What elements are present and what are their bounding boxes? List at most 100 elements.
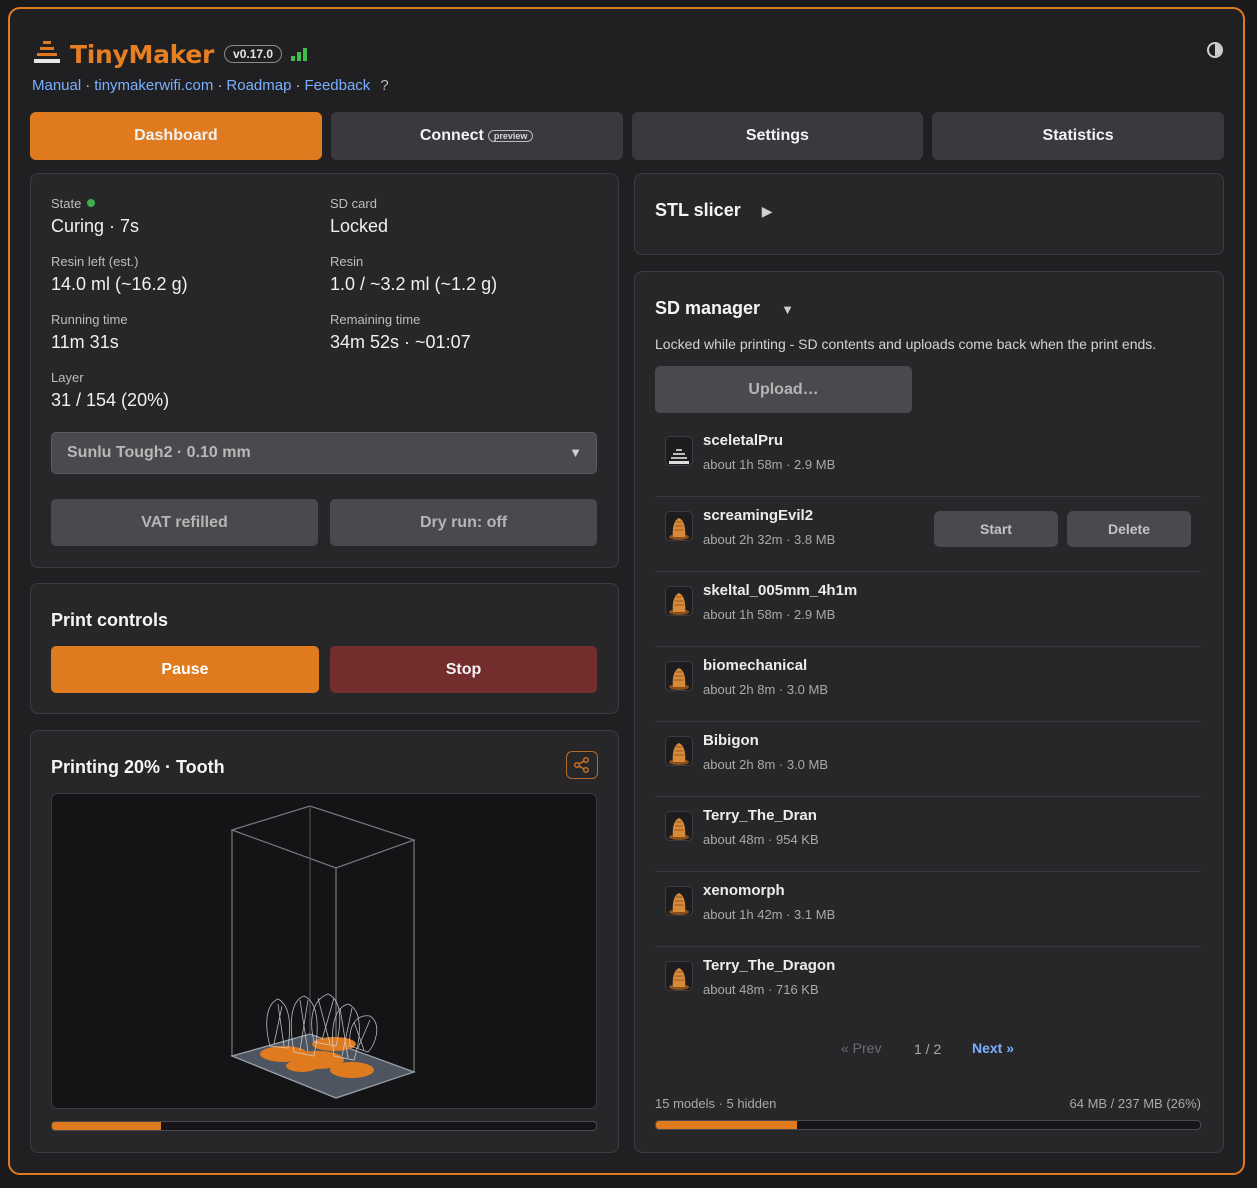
resin-left-value: 14.0 ml (~16.2 g) [51, 274, 188, 294]
file-row[interactable]: skeltal_005mm_4h1mabout 1h 58m · 2.9 MB [655, 572, 1201, 647]
layer-label: Layer [51, 370, 84, 385]
app-window: TinyMaker v0.17.0 Manual · tinymakerwifi… [8, 7, 1245, 1175]
dry-run-button[interactable]: Dry run: off [330, 499, 597, 546]
share-button[interactable] [566, 751, 598, 779]
main-tabs: Dashboard Connect preview Settings Statis… [30, 112, 1224, 160]
printing-card: Printing 20% · Tooth [30, 730, 619, 1153]
model-thumbnail [665, 511, 693, 541]
vat-refilled-button[interactable]: VAT refilled [51, 499, 318, 546]
sd-locked-message: Locked while printing - SD contents and … [655, 336, 1157, 352]
model-thumbnail [665, 811, 693, 841]
file-name: xenomorph [703, 882, 785, 899]
printing-title: Printing 20% · Tooth [51, 757, 225, 777]
resin-left-label: Resin left (est.) [51, 254, 139, 269]
sd-manager-card: SD manager ▼ Locked while printing - SD … [634, 271, 1224, 1153]
next-page-link[interactable]: Next » [972, 1040, 1014, 1056]
file-meta: about 1h 58m · 2.9 MB [703, 607, 836, 622]
file-row[interactable]: Terry_The_Dranabout 48m · 954 KB [655, 797, 1201, 872]
models-summary: 15 models · 5 hidden [655, 1096, 777, 1111]
state-value: Curing · 7s [51, 216, 140, 236]
file-row[interactable]: screamingEvil2 about 2h 32m · 3.8 MB Start… [655, 497, 1201, 572]
tab-connect[interactable]: Connect preview [330, 112, 623, 160]
resin-profile-select[interactable]: Sunlu Tough2 · 0.10 mm ▼ [51, 432, 597, 474]
sd-card-value: Locked [330, 216, 389, 236]
prev-page-link: « Prev [841, 1040, 882, 1056]
theme-toggle-icon[interactable] [1207, 42, 1223, 58]
resin-value: 1.0 / ~3.2 ml (~1.2 g) [330, 274, 498, 294]
upload-button[interactable]: Upload… [655, 366, 912, 413]
file-meta: about 2h 32m · 3.8 MB [703, 532, 836, 547]
file-meta: about 48m · 954 KB [703, 832, 819, 847]
file-name: screamingEvil2 [703, 507, 814, 524]
pause-button[interactable]: Pause [51, 646, 319, 693]
file-meta: about 1h 42m · 3.1 MB [703, 907, 836, 922]
file-name: Terry_The_Dran [703, 807, 817, 824]
expand-arrow-icon[interactable]: ▶ [762, 203, 773, 219]
file-row[interactable]: xenomorph about 1h 42m · 3.1 MB [655, 872, 1201, 947]
storage-progress-fill [656, 1121, 798, 1129]
manual-link[interactable]: Manual [32, 77, 81, 94]
file-row[interactable]: sceletalPru about 1h 58m · 2.9 MB [655, 422, 1201, 497]
header: TinyMaker v0.17.0 Manual · tinymakerwifi… [32, 35, 389, 95]
print-progress-bar [51, 1121, 597, 1131]
website-link[interactable]: tinymakerwifi.com [94, 77, 213, 94]
feedback-link[interactable]: Feedback [304, 77, 370, 94]
file-name: Terry_The_Dragon [703, 957, 836, 974]
chevron-down-icon: ▼ [569, 445, 582, 460]
tab-settings[interactable]: Settings [631, 112, 924, 160]
model-thumbnail [665, 886, 693, 916]
model-thumbnail [665, 961, 693, 991]
sd-card-label: SD card [330, 196, 377, 211]
help-icon[interactable]: ? [380, 77, 388, 94]
running-time-label: Running time [51, 312, 128, 327]
state-label: State [51, 196, 82, 211]
stl-slicer-card[interactable]: STL slicer ▶ [634, 173, 1224, 255]
preview-badge: preview [487, 130, 534, 142]
storage-usage: 64 MB / 237 MB (26%) [1069, 1096, 1202, 1111]
file-name: Bibigon [703, 732, 759, 749]
delete-button[interactable]: Delete [1067, 511, 1191, 547]
state-indicator-dot [87, 199, 96, 207]
model-thumbnail [665, 586, 693, 616]
tab-dashboard[interactable]: Dashboard [30, 112, 322, 160]
print-controls-card: Print controls Pause Stop [30, 583, 619, 714]
file-name: biomechanical [703, 657, 808, 674]
share-icon [574, 757, 589, 773]
file-meta: about 2h 8m · 3.0 MB [703, 682, 829, 697]
layer-value: 31 / 154 (20%) [51, 390, 170, 410]
tab-statistics[interactable]: Statistics [932, 112, 1224, 160]
file-meta: about 48m · 716 KB [703, 982, 819, 997]
model-thumbnail [665, 736, 693, 766]
stl-slicer-title: STL slicer [655, 200, 741, 220]
collapse-arrow-icon[interactable]: ▼ [781, 302, 794, 317]
header-links: Manual · tinymakerwifi.com · Roadmap · F… [32, 77, 389, 94]
printer-logo-icon [34, 40, 60, 68]
brand-name: TinyMaker [70, 39, 215, 69]
file-meta: about 2h 8m · 3.0 MB [703, 757, 829, 772]
file-row[interactable]: Bibigon about 2h 8m · 3.0 MB [655, 722, 1201, 797]
file-row[interactable]: Terry_The_Dragonabout 48m · 716 KB [655, 947, 1201, 1022]
stop-button[interactable]: Stop [330, 646, 597, 693]
file-name: skeltal_005mm_4h1m [703, 582, 858, 599]
version-badge: v0.17.0 [224, 45, 283, 63]
remaining-time-value: 34m 52s · ~01:07 [330, 332, 471, 352]
page-indicator: 1 / 2 [914, 1041, 942, 1057]
model-thumbnail [665, 661, 693, 691]
print-controls-title: Print controls [51, 610, 169, 630]
status-card: State Curing · 7s SD card Locked Resin l… [30, 173, 619, 568]
resin-label: Resin [330, 254, 364, 269]
file-meta: about 1h 58m · 2.9 MB [703, 457, 836, 472]
file-row[interactable]: biomechanical about 2h 8m · 3.0 MB [655, 647, 1201, 722]
sd-file-list: sceletalPru about 1h 58m · 2.9 MB screamin… [655, 422, 1201, 1022]
storage-progress-bar [655, 1120, 1201, 1130]
print-progress-fill [52, 1122, 161, 1130]
start-button[interactable]: Start [934, 511, 1058, 547]
wifi-signal-icon [291, 47, 308, 61]
build-volume-render [229, 805, 416, 1099]
model-3d-viewer[interactable] [51, 793, 597, 1109]
sd-manager-title: SD manager [655, 298, 761, 318]
roadmap-link[interactable]: Roadmap [226, 77, 291, 94]
file-name: sceletalPru [703, 432, 784, 449]
file-generic-icon [665, 436, 693, 466]
running-time-value: 11m 31s [51, 332, 119, 352]
